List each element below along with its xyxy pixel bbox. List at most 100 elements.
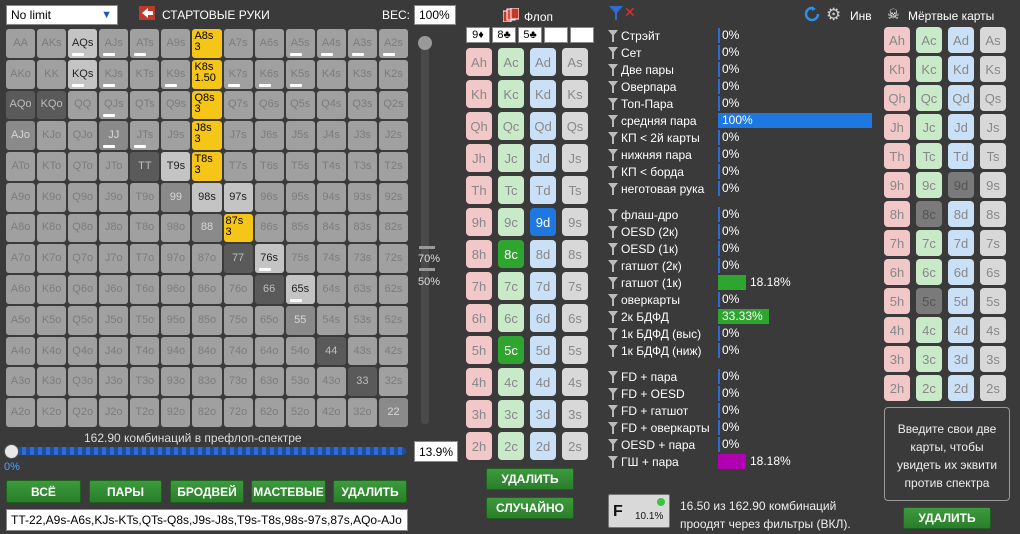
dead-card[interactable]: 7c (916, 230, 942, 256)
hand-cell[interactable]: 63s (347, 275, 377, 304)
hand-cell[interactable]: AKs (37, 29, 67, 58)
filter-row[interactable]: неготовая рука 0% (608, 180, 878, 197)
hand-cell[interactable]: J3o (99, 367, 129, 397)
hand-cell[interactable]: QJo (68, 121, 98, 151)
filter-row[interactable]: флаш-дро 0% (608, 206, 878, 223)
dead-card[interactable]: 8d (948, 201, 974, 227)
hand-cell[interactable]: 72s (378, 244, 408, 274)
dead-card[interactable]: Qc (916, 85, 942, 111)
hand-cell[interactable]: J7o (99, 244, 129, 274)
hand-cell[interactable]: 42s (378, 336, 408, 366)
hand-cell[interactable]: A6s (254, 29, 284, 58)
flop-card[interactable]: Jh (466, 144, 492, 172)
range-slider-thumb[interactable] (4, 444, 19, 459)
dead-card[interactable]: 2c (916, 375, 942, 401)
filter-row[interactable]: Оверпара 0% (608, 78, 878, 95)
dead-card[interactable]: 7s (980, 230, 1006, 256)
dead-card[interactable]: 5h (884, 288, 910, 314)
hand-cell[interactable]: QQ (68, 90, 98, 120)
hand-cell[interactable]: T5s (285, 152, 315, 181)
pairs-button[interactable]: ПАРЫ (89, 480, 162, 503)
hand-cell[interactable]: 98o (161, 213, 191, 243)
flop-card[interactable]: Ac (498, 48, 524, 76)
hand-cell[interactable]: 97o (161, 244, 191, 274)
flop-card[interactable]: 4s (562, 368, 588, 396)
hand-cell[interactable]: AQs (68, 29, 98, 58)
hand-cell[interactable]: ATo (6, 152, 36, 181)
hand-cell[interactable]: 32o (347, 398, 377, 427)
dead-card[interactable]: 8s (980, 201, 1006, 227)
hand-cell[interactable]: KK (37, 59, 67, 89)
flop-card[interactable]: 9h (466, 208, 492, 236)
dead-card[interactable]: 4c (916, 317, 942, 343)
flop-card[interactable]: Kh (466, 80, 492, 108)
hand-cell[interactable]: J6s (254, 121, 284, 151)
delete-range-button[interactable]: УДАЛИТЬ (333, 480, 407, 503)
filter-row[interactable]: OESD + пара 0% (608, 436, 878, 453)
hand-cell[interactable]: 84s (316, 213, 346, 243)
hand-cell[interactable]: A2s (378, 29, 408, 58)
hand-cell[interactable]: QJs (99, 90, 129, 120)
random-flop-button[interactable]: СЛУЧАЙНО (486, 497, 574, 519)
flop-card[interactable]: 5h (466, 336, 492, 364)
flop-card[interactable]: 8s (562, 240, 588, 268)
dead-card[interactable]: 3d (948, 346, 974, 372)
hand-cell[interactable]: Q6s (254, 90, 284, 120)
hand-cell[interactable]: JTs (130, 121, 160, 151)
hand-cell[interactable]: 88 (192, 213, 222, 243)
hand-cell[interactable]: 52o (285, 398, 315, 427)
hand-cell[interactable]: 44 (316, 336, 346, 366)
flop-card[interactable]: 2d (530, 432, 556, 460)
hand-cell[interactable]: K7o (37, 244, 67, 274)
hand-cell[interactable]: K5o (37, 305, 67, 335)
hand-cell[interactable]: AJs (99, 29, 129, 58)
dead-card[interactable]: Qh (884, 85, 910, 111)
hand-cell[interactable]: T7s (223, 152, 253, 181)
dead-card[interactable]: Ah (884, 27, 910, 53)
dead-card[interactable]: Th (884, 143, 910, 169)
hand-cell[interactable]: T8o (130, 213, 160, 243)
limit-select[interactable]: No limit ▼ (6, 5, 118, 25)
flop-card[interactable]: Qh (466, 112, 492, 140)
hand-cell[interactable]: 42o (316, 398, 346, 427)
dead-card[interactable]: 4s (980, 317, 1006, 343)
hand-cell[interactable]: 85o (192, 305, 222, 335)
refresh-icon[interactable] (804, 6, 820, 22)
hand-cell[interactable]: 96s (254, 182, 284, 212)
flop-card[interactable]: Kd (530, 80, 556, 108)
flop-card[interactable]: 6s (562, 304, 588, 332)
hand-cell[interactable]: A3o (6, 367, 36, 397)
hand-cell[interactable]: Q6o (68, 275, 98, 304)
flop-slot-5[interactable] (570, 27, 594, 43)
hand-cell[interactable]: A7o (6, 244, 36, 274)
hand-cell[interactable]: T3s (347, 152, 377, 181)
hand-cell[interactable]: T5o (130, 305, 160, 335)
hand-cell[interactable]: KQo (37, 90, 67, 120)
hand-cell[interactable]: K9s (161, 59, 191, 89)
flop-card[interactable]: 6c (498, 304, 524, 332)
hand-cell[interactable]: T4s (316, 152, 346, 181)
hand-cell[interactable]: Q9s (161, 90, 191, 120)
hand-cell[interactable]: Q7s (223, 90, 253, 120)
dead-card[interactable]: 5c (916, 288, 942, 314)
range-slider-track[interactable] (10, 447, 406, 455)
dead-card[interactable]: Jd (948, 114, 974, 140)
hand-cell[interactable]: 92s (378, 182, 408, 212)
flop-card[interactable]: Js (562, 144, 588, 172)
hand-cell[interactable]: Q5o (68, 305, 98, 335)
hand-cell[interactable]: ATs (130, 29, 160, 58)
hand-cell[interactable]: T6o (130, 275, 160, 304)
dead-card[interactable]: Td (948, 143, 974, 169)
dead-card[interactable]: 9c (916, 172, 942, 198)
dead-card[interactable]: Kc (916, 56, 942, 82)
hand-cell[interactable]: J5o (99, 305, 129, 335)
hand-cell[interactable]: Q4s (316, 90, 346, 120)
hand-cell[interactable]: 76s (254, 244, 284, 274)
flop-card[interactable]: Ah (466, 48, 492, 76)
hand-cell[interactable]: 86o (192, 275, 222, 304)
filter-row[interactable]: гатшот (1к) 18.18% (608, 274, 878, 291)
dead-card[interactable]: 6c (916, 259, 942, 285)
flop-card[interactable]: Qs (562, 112, 588, 140)
hand-cell[interactable]: Q5s (285, 90, 315, 120)
hand-cell[interactable]: K6o (37, 275, 67, 304)
